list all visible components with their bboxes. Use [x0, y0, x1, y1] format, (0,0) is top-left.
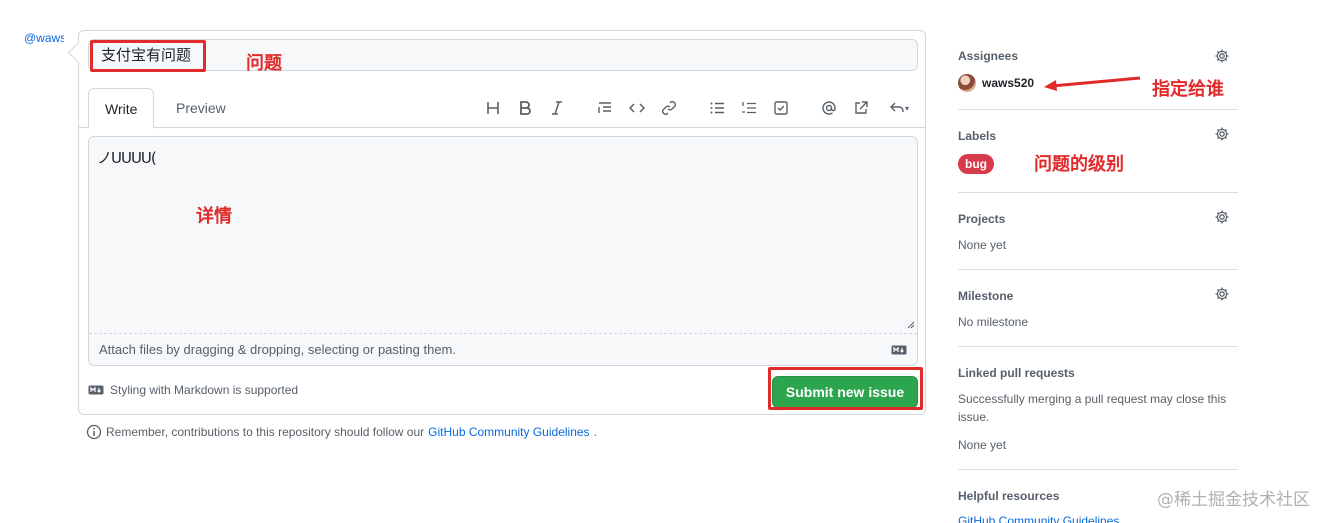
chevron-down-icon: ▾	[904, 103, 909, 113]
annotation-body: 详情	[196, 206, 232, 227]
italic-icon[interactable]	[546, 97, 568, 119]
linked-prs-value: None yet	[958, 438, 1007, 452]
label-bug[interactable]: bug	[958, 154, 994, 174]
helpful-heading: Helpful resources	[958, 489, 1060, 503]
resize-handle-icon[interactable]	[907, 321, 915, 329]
guidelines-suffix: .	[593, 425, 597, 439]
bullet-list-icon[interactable]	[706, 97, 728, 119]
labels-heading: Labels	[958, 129, 997, 143]
heading-icon[interactable]	[482, 97, 504, 119]
code-icon[interactable]	[626, 97, 648, 119]
assignee-user[interactable]: waws520	[958, 74, 1034, 92]
markdown-icon	[891, 345, 907, 355]
linked-prs-description: Successfully merging a pull request may …	[958, 392, 1227, 424]
attach-hint: Attach files by dragging & dropping, sel…	[99, 342, 456, 357]
author-avatar[interactable]: @waws520	[24, 31, 64, 71]
markdown-icon	[88, 385, 104, 395]
milestone-heading: Milestone	[958, 289, 1014, 303]
submit-highlight-box	[768, 367, 923, 410]
bold-icon[interactable]	[514, 97, 536, 119]
link-icon[interactable]	[658, 97, 680, 119]
issue-body-text: ノUUUU(	[97, 149, 157, 167]
sidebar-milestone[interactable]: Milestone No milestone	[958, 270, 1238, 347]
guidelines-note: Remember, contributions to this reposito…	[86, 424, 597, 440]
watermark: @稀土掘金技术社区	[1157, 490, 1310, 510]
mention-icon[interactable]	[818, 97, 840, 119]
milestone-value: No milestone	[958, 315, 1029, 329]
cross-reference-icon[interactable]	[850, 97, 872, 119]
assignees-heading: Assignees	[958, 49, 1019, 63]
quote-icon[interactable]	[594, 97, 616, 119]
linked-prs-heading: Linked pull requests	[958, 366, 1075, 380]
markdown-hint-text: Styling with Markdown is supported	[110, 383, 299, 397]
issue-title-input[interactable]: 支付宝有问题	[88, 39, 918, 71]
annotation-title: 问题	[246, 53, 282, 74]
sidebar-linked-prs: Linked pull requests Successfully mergin…	[958, 347, 1238, 470]
gear-icon[interactable]	[1214, 48, 1230, 64]
task-list-icon[interactable]	[770, 97, 792, 119]
sidebar-assignees[interactable]: Assignees waws520	[958, 40, 1238, 110]
helpful-guidelines-link[interactable]: GitHub Community Guidelines	[958, 514, 1119, 523]
markdown-toolbar: ▾	[79, 97, 925, 121]
community-guidelines-link[interactable]: GitHub Community Guidelines	[428, 425, 589, 439]
file-attach-area[interactable]: Attach files by dragging & dropping, sel…	[89, 333, 917, 365]
info-icon	[86, 424, 102, 440]
sidebar-labels[interactable]: Labels bug	[958, 110, 1238, 193]
markdown-hint[interactable]: Styling with Markdown is supported	[88, 383, 298, 397]
gear-icon[interactable]	[1214, 209, 1230, 225]
gear-icon[interactable]	[1214, 126, 1230, 142]
reply-icon[interactable]: ▾	[884, 97, 914, 119]
numbered-list-icon[interactable]	[738, 97, 760, 119]
projects-heading: Projects	[958, 212, 1006, 226]
assignee-name: waws520	[982, 76, 1035, 90]
sidebar-projects[interactable]: Projects None yet	[958, 193, 1238, 270]
guidelines-prefix: Remember, contributions to this reposito…	[106, 425, 425, 439]
avatar	[958, 74, 976, 92]
title-highlight-box	[90, 40, 206, 72]
issue-body-textarea[interactable]: ノUUUU( Attach files by dragging & droppi…	[88, 136, 918, 366]
gear-icon[interactable]	[1214, 286, 1230, 302]
projects-value: None yet	[958, 238, 1007, 252]
